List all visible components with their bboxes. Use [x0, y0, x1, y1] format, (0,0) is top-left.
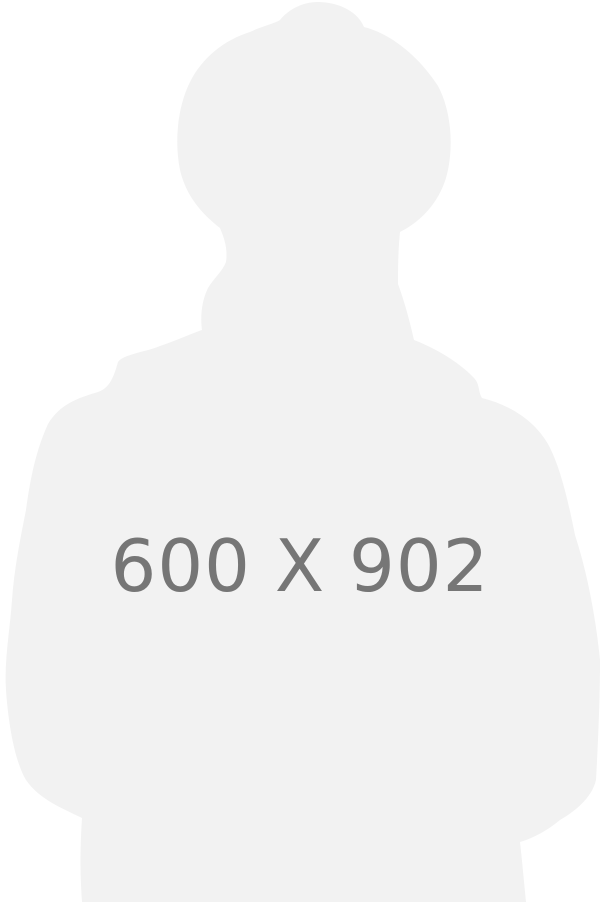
- image-placeholder: 600 X 902: [0, 0, 600, 902]
- dimension-label: 600 X 902: [110, 524, 490, 608]
- person-silhouette-icon: [5, 2, 600, 902]
